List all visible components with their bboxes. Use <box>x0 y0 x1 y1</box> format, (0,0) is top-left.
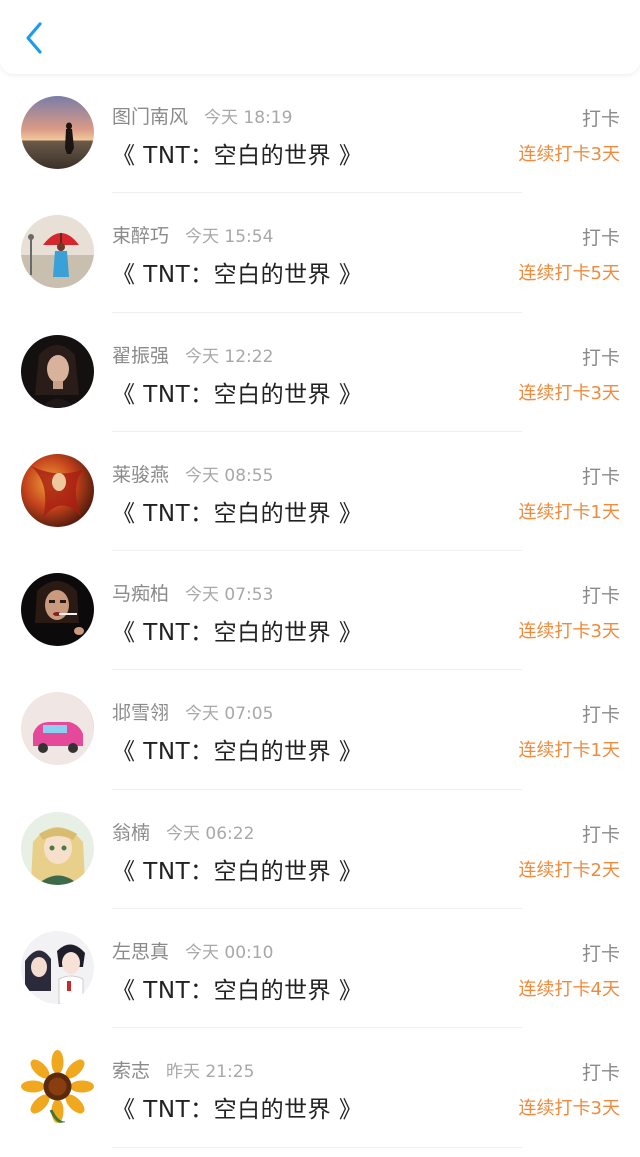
checkin-label[interactable]: 打卡 <box>582 104 620 131</box>
streak-badge: 连续打卡3天 <box>518 1098 620 1120</box>
list-item[interactable]: 马痴柏 今天 07:53 《 TNT：空白的世界 》 打卡 连续打卡3天 <box>0 551 640 671</box>
checkin-label[interactable]: 打卡 <box>582 820 620 847</box>
streak-badge: 连续打卡1天 <box>518 740 620 762</box>
user-name-text: 索志 <box>112 1060 151 1083</box>
user-name-text: 翁楠 <box>112 821 151 844</box>
checkin-time: 昨天 21:25 <box>166 1062 255 1083</box>
user-name-text: 束醉巧 <box>112 225 170 248</box>
pink-toy-car-avatar[interactable] <box>21 692 94 766</box>
book-title: 《 TNT：空白的世界 》 <box>112 143 363 169</box>
streak-badge: 连续打卡3天 <box>518 621 620 643</box>
streak-badge: 连续打卡2天 <box>518 859 620 881</box>
checkin-time: 今天 07:05 <box>185 704 274 725</box>
checkin-label[interactable]: 打卡 <box>582 343 620 370</box>
book-title: 《 TNT：空白的世界 》 <box>112 858 363 885</box>
checkin-time: 今天 00:10 <box>185 943 274 964</box>
fire-hair-avatar[interactable] <box>21 453 94 527</box>
smoking-portrait-avatar[interactable] <box>21 573 94 647</box>
user-name: 翁楠 今天 06:22 <box>112 818 254 845</box>
user-name: 图门南风 今天 18:19 <box>112 102 292 129</box>
book-title: 《 TNT：空白的世界 》 <box>112 262 363 289</box>
book-title: 《 TNT：空白的世界 》 <box>112 1097 363 1124</box>
checkin-label[interactable]: 打卡 <box>582 462 620 489</box>
list-item[interactable]: 束醉巧 今天 15:54 《 TNT：空白的世界 》 打卡 连续打卡5天 <box>0 193 640 313</box>
checkin-time: 今天 07:53 <box>185 585 274 606</box>
dark-portrait-avatar[interactable] <box>21 334 94 408</box>
user-name: 索志 昨天 21:25 <box>112 1056 254 1083</box>
checkin-label[interactable]: 打卡 <box>582 700 620 727</box>
streak-badge: 连续打卡1天 <box>518 501 620 523</box>
top-bar <box>0 0 640 74</box>
user-name-text: 莱骏燕 <box>112 463 170 486</box>
user-name-text: 马痴柏 <box>112 583 170 606</box>
red-umbrella-avatar[interactable] <box>21 215 94 289</box>
checkin-label[interactable]: 打卡 <box>582 1058 620 1085</box>
couple-illustration-avatar[interactable] <box>21 931 94 1005</box>
list-item[interactable]: 翁楠 今天 06:22 《 TNT：空白的世界 》 打卡 连续打卡2天 <box>0 790 640 910</box>
streak-badge: 连续打卡3天 <box>518 144 620 165</box>
user-name: 莱骏燕 今天 08:55 <box>112 460 273 487</box>
checkin-label[interactable]: 打卡 <box>582 223 620 250</box>
checkin-label[interactable]: 打卡 <box>582 939 620 966</box>
sunset-silhouette-avatar[interactable] <box>21 96 94 169</box>
list-item[interactable]: 翟振强 今天 12:22 《 TNT：空白的世界 》 打卡 连续打卡3天 <box>0 313 640 433</box>
checkin-list: 图门南风 今天 18:19 《 TNT：空白的世界 》 打卡 连续打卡3天 束醉巧… <box>0 74 640 1148</box>
checkin-time: 今天 06:22 <box>166 823 255 844</box>
checkin-label[interactable]: 打卡 <box>582 581 620 608</box>
book-title: 《 TNT：空白的世界 》 <box>112 978 363 1005</box>
list-item[interactable]: 莱骏燕 今天 08:55 《 TNT：空白的世界 》 打卡 连续打卡1天 <box>0 432 640 552</box>
chevron-left-icon[interactable] <box>20 20 48 56</box>
user-name: 翟振强 今天 12:22 <box>112 341 273 368</box>
book-title: 《 TNT：空白的世界 》 <box>112 620 363 647</box>
streak-badge: 连续打卡3天 <box>518 382 620 404</box>
user-name: 马痴柏 今天 07:53 <box>112 579 273 606</box>
checkin-time: 今天 15:54 <box>185 227 274 248</box>
checkin-time: 今天 12:22 <box>185 346 274 367</box>
streak-badge: 连续打卡5天 <box>518 263 620 285</box>
user-name-text: 邶雪翎 <box>112 702 170 725</box>
user-name-text: 左思真 <box>112 941 170 964</box>
sunflower-avatar[interactable] <box>21 1050 94 1124</box>
list-item[interactable]: 邶雪翎 今天 07:05 《 TNT：空白的世界 》 打卡 连续打卡1天 <box>0 670 640 791</box>
user-name-text: 翟振强 <box>112 344 170 367</box>
list-item[interactable]: 索志 昨天 21:25 《 TNT：空白的世界 》 打卡 连续打卡3天 <box>0 1028 640 1148</box>
checkin-time: 今天 08:55 <box>185 465 274 486</box>
user-name: 束醉巧 今天 15:54 <box>112 221 273 248</box>
book-title: 《 TNT：空白的世界 》 <box>112 739 363 766</box>
anime-girl-avatar[interactable] <box>21 811 94 885</box>
user-name: 邶雪翎 今天 07:05 <box>112 698 273 725</box>
streak-badge: 连续打卡4天 <box>518 979 620 1001</box>
book-title: 《 TNT：空白的世界 》 <box>112 381 363 408</box>
book-title: 《 TNT：空白的世界 》 <box>112 500 363 527</box>
list-item[interactable]: 图门南风 今天 18:19 《 TNT：空白的世界 》 打卡 连续打卡3天 <box>0 74 640 194</box>
checkin-time: 今天 18:19 <box>204 108 293 128</box>
list-item[interactable]: 左思真 今天 00:10 《 TNT：空白的世界 》 打卡 连续打卡4天 <box>0 909 640 1029</box>
user-name-text: 图门南风 <box>112 106 189 128</box>
user-name: 左思真 今天 00:10 <box>112 937 273 964</box>
